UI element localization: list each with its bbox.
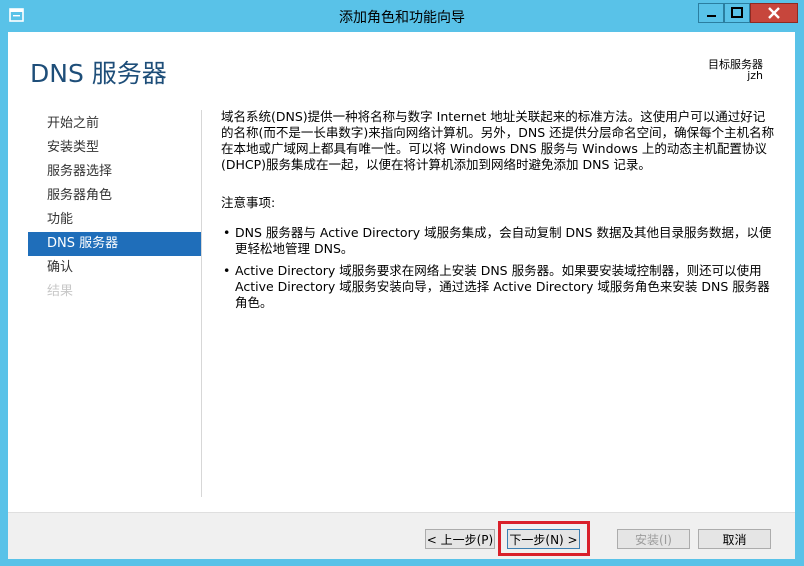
notice-list: DNS 服务器与 Active Directory 域服务集成，会自动复制 DN… bbox=[221, 225, 775, 311]
minimize-button[interactable] bbox=[698, 3, 724, 23]
window-title: 添加角色和功能向导 bbox=[339, 10, 465, 26]
cancel-button[interactable]: 取消 bbox=[698, 529, 771, 549]
close-button[interactable] bbox=[750, 3, 798, 23]
target-server-name: jzh bbox=[747, 69, 763, 82]
wizard-step-nav: 开始之前 安装类型 服务器选择 服务器角色 功能 DNS 服务器 确认 结果 bbox=[28, 112, 201, 304]
nav-item-results: 结果 bbox=[47, 284, 74, 299]
nav-item-confirmation[interactable]: 确认 bbox=[28, 256, 201, 280]
wizard-body: DNS 服务器 目标服务器 jzh 开始之前 安装类型 服务器选择 服务器角色 … bbox=[8, 32, 795, 559]
description-panel: 域名系统(DNS)提供一种将名称与数字 Internet 地址关联起来的标准方法… bbox=[221, 109, 775, 317]
list-item: DNS 服务器与 Active Directory 域服务集成，会自动复制 DN… bbox=[221, 225, 775, 257]
list-item: Active Directory 域服务要求在网络上安装 DNS 服务器。如果要… bbox=[221, 263, 775, 311]
intro-text: 域名系统(DNS)提供一种将名称与数字 Internet 地址关联起来的标准方法… bbox=[221, 109, 775, 172]
close-icon bbox=[768, 7, 780, 19]
page-title: DNS 服务器 bbox=[30, 59, 167, 88]
button-bar: < 上一步(P) 下一步(N) > 安装(I) 取消 bbox=[8, 512, 795, 559]
nav-item-server-selection[interactable]: 服务器选择 bbox=[28, 160, 201, 184]
title-bar: 添加角色和功能向导 bbox=[0, 0, 804, 32]
install-button: 安装(I) bbox=[617, 529, 690, 549]
nav-item-before-you-begin[interactable]: 开始之前 bbox=[28, 112, 201, 136]
nav-item-features[interactable]: 功能 bbox=[28, 208, 201, 232]
next-button[interactable]: 下一步(N) > bbox=[507, 529, 580, 549]
notice-title: 注意事项: bbox=[221, 195, 276, 210]
nav-item-installation-type[interactable]: 安装类型 bbox=[28, 136, 201, 160]
previous-button[interactable]: < 上一步(P) bbox=[425, 529, 495, 549]
nav-divider bbox=[201, 110, 202, 497]
minimize-icon bbox=[707, 15, 716, 17]
nav-item-dns-server[interactable]: DNS 服务器 bbox=[28, 232, 201, 256]
maximize-icon bbox=[731, 7, 743, 18]
nav-item-server-roles[interactable]: 服务器角色 bbox=[28, 184, 201, 208]
maximize-button[interactable] bbox=[724, 3, 750, 23]
